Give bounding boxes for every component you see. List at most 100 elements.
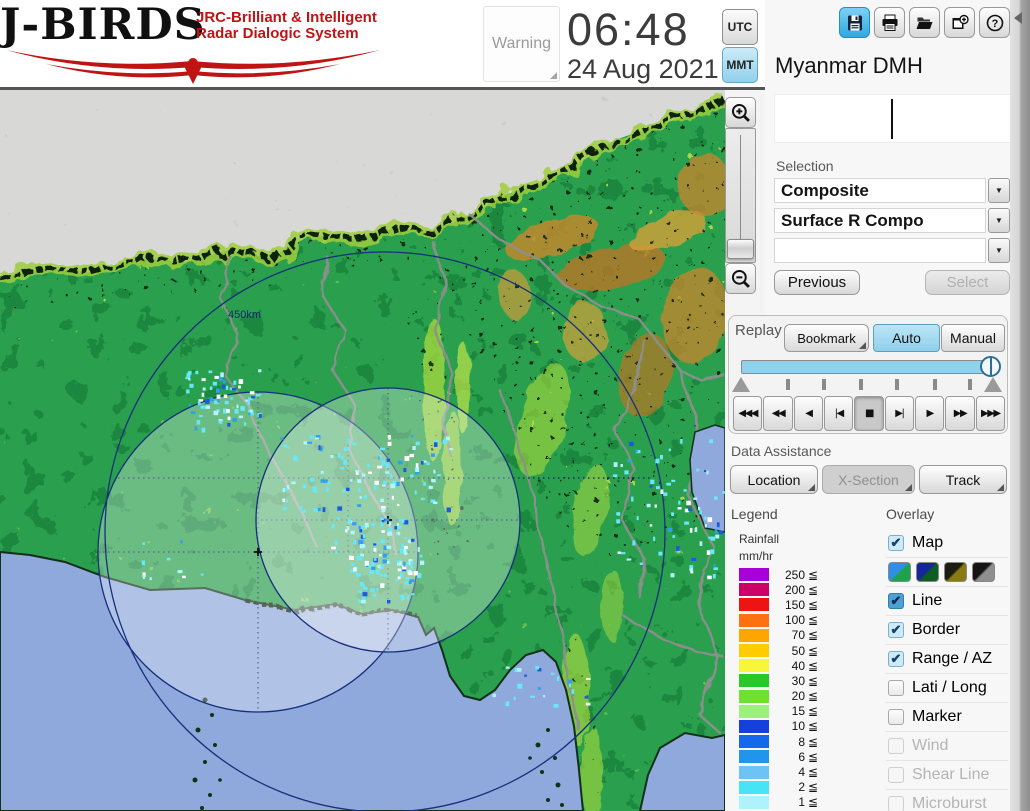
logo-subtitle: JRC-Brilliant & Intelligent Radar Dialog… [196, 9, 377, 42]
step-forward-button[interactable]: ▶| [884, 396, 914, 431]
legend-row: 15 ≦ [731, 704, 881, 719]
manual-mode-button[interactable]: Manual [941, 324, 1005, 352]
overlay-item-wind[interactable]: Wind [886, 732, 1008, 761]
overlay-item-microburst[interactable]: Microburst [886, 790, 1008, 811]
app-header: J-BIRDS JRC-Brilliant & Intelligent Rada… [0, 0, 765, 87]
checkbox-marker[interactable] [888, 709, 904, 725]
map-style-black-gray-swatch[interactable] [972, 562, 995, 582]
legend-row: 200 ≦ [731, 582, 881, 597]
rewind-fast-button[interactable]: ◀◀◀ [733, 396, 763, 431]
zoom-in-button[interactable] [725, 97, 756, 128]
bookmark-button[interactable]: Bookmark [784, 324, 869, 352]
clock-date: 24 Aug 2021 [567, 54, 719, 84]
checkbox-wind[interactable] [888, 738, 904, 754]
legend-color-swatch [739, 689, 769, 703]
slider-tick [932, 379, 937, 390]
rewind-button[interactable]: ◀◀ [763, 396, 793, 431]
timezone-utc-button[interactable]: UTC [722, 9, 758, 45]
x-section-button[interactable]: X-Section [822, 465, 915, 494]
overlay-item-marker[interactable]: Marker [886, 703, 1008, 732]
overlay-item-shear-line[interactable]: Shear Line [886, 761, 1008, 790]
legend-value: 200 [784, 582, 805, 597]
overlay-item-map[interactable]: ✔ Map [886, 529, 1008, 558]
add-window-icon [952, 14, 969, 29]
legend-value: 70 [791, 628, 805, 643]
legend-section: Legend Rainfall mm/hr 250 ≦ 200 ≦ 150 ≦ 100 ≦ 70… [731, 506, 881, 810]
map-style-navy-darkgreen-swatch[interactable] [916, 562, 939, 582]
legend-comparator: ≦ [808, 673, 819, 688]
range-end-marker[interactable] [984, 377, 1002, 392]
legend-comparator: ≦ [808, 795, 819, 810]
auto-mode-button[interactable]: Auto [873, 324, 940, 352]
chevron-down-icon[interactable]: ▼ [988, 238, 1010, 263]
legend-value: 50 [791, 643, 805, 658]
previous-button[interactable]: Previous [774, 270, 860, 295]
range-ring-label: 450km [228, 309, 261, 321]
open-folder-button[interactable] [909, 7, 940, 38]
clock-time: 06:48 [567, 4, 690, 55]
map-style-swatches [886, 558, 1008, 587]
zoom-slider-track[interactable] [725, 128, 756, 263]
warning-button[interactable]: Warning [483, 6, 560, 82]
overlay-item-lati-long[interactable]: Lati / Long [886, 674, 1008, 703]
checkbox-lati-long[interactable] [888, 680, 904, 696]
legend-value: 30 [791, 673, 805, 688]
add-window-button[interactable] [944, 7, 975, 38]
help-button[interactable]: ? [979, 7, 1010, 38]
svg-text:?: ? [991, 18, 998, 30]
stop-button[interactable]: ■ [854, 396, 884, 431]
overlay-item-line[interactable]: ✔ Line [886, 587, 1008, 616]
legend-row: 2 ≦ [731, 780, 881, 795]
chevron-down-icon[interactable]: ▼ [988, 178, 1010, 203]
legend-row: 50 ≦ [731, 643, 881, 658]
timezone-mmt-button[interactable]: MMT [722, 47, 758, 83]
legend-value: 150 [784, 597, 805, 612]
step-back-button[interactable]: |◀ [823, 396, 854, 431]
forward-button[interactable]: ▶▶ [945, 396, 975, 431]
legend-color-swatch [739, 795, 769, 809]
legend-comparator: ≦ [808, 613, 819, 628]
overlay-checkbox-list: ✔ Map ✔ Line ✔ Border ✔ Range / AZ Lati / Long Ma… [886, 529, 1008, 811]
checkbox-shear-line[interactable] [888, 767, 904, 783]
select-button[interactable]: Select [925, 270, 1010, 295]
replay-progress-slider[interactable] [741, 356, 1001, 377]
overlay-label: Overlay [886, 506, 935, 522]
dropdown-value: Surface R Compo [774, 208, 986, 233]
jbirds-logo: J-BIRDS JRC-Brilliant & Intelligent Rada… [0, 0, 400, 84]
checkbox-microburst[interactable] [888, 796, 904, 811]
checkbox-border[interactable]: ✔ [888, 622, 904, 638]
location-button[interactable]: Location [730, 465, 818, 494]
legend-color-swatch [739, 719, 769, 733]
legend-row: 6 ≦ [731, 749, 881, 764]
legend-color-swatch [739, 750, 769, 764]
collapse-panel-icon[interactable] [1014, 12, 1022, 24]
legend-color-swatch [739, 598, 769, 612]
play-reverse-button[interactable]: ◀ [793, 396, 823, 431]
save-button[interactable] [839, 7, 870, 38]
print-button[interactable] [874, 7, 905, 38]
checkbox-map[interactable]: ✔ [888, 535, 904, 551]
legend-comparator: ≦ [808, 749, 819, 764]
legend-color-swatch [739, 628, 769, 642]
selection-dropdown-2: Surface R Compo ▼ [774, 208, 1010, 233]
overlay-item-range-az[interactable]: ✔ Range / AZ [886, 645, 1008, 674]
chevron-down-icon[interactable]: ▼ [988, 208, 1010, 233]
legend-comparator: ≦ [808, 658, 819, 673]
play-button[interactable]: ▶ [914, 396, 945, 431]
checkbox-range-az[interactable]: ✔ [888, 651, 904, 667]
map-style-blue-green-swatch[interactable] [888, 562, 911, 582]
panel-splitter[interactable] [1010, 0, 1030, 811]
zoom-slider-handle[interactable] [727, 239, 754, 259]
range-start-marker[interactable] [732, 377, 750, 392]
map-style-black-olive-swatch[interactable] [944, 562, 967, 582]
overlay-item-border[interactable]: ✔ Border [886, 616, 1008, 645]
checkbox-line[interactable]: ✔ [888, 593, 904, 609]
zoom-out-button[interactable] [725, 263, 756, 294]
resize-corner-icon [550, 72, 557, 79]
radar-map[interactable]: 450km [0, 90, 725, 811]
track-button[interactable]: Track [919, 465, 1007, 494]
forward-fast-button[interactable]: ▶▶▶ [975, 396, 1005, 431]
legend-color-swatch [739, 644, 769, 658]
slider-handle[interactable] [980, 356, 1001, 377]
legend-value: 250 [784, 567, 805, 582]
